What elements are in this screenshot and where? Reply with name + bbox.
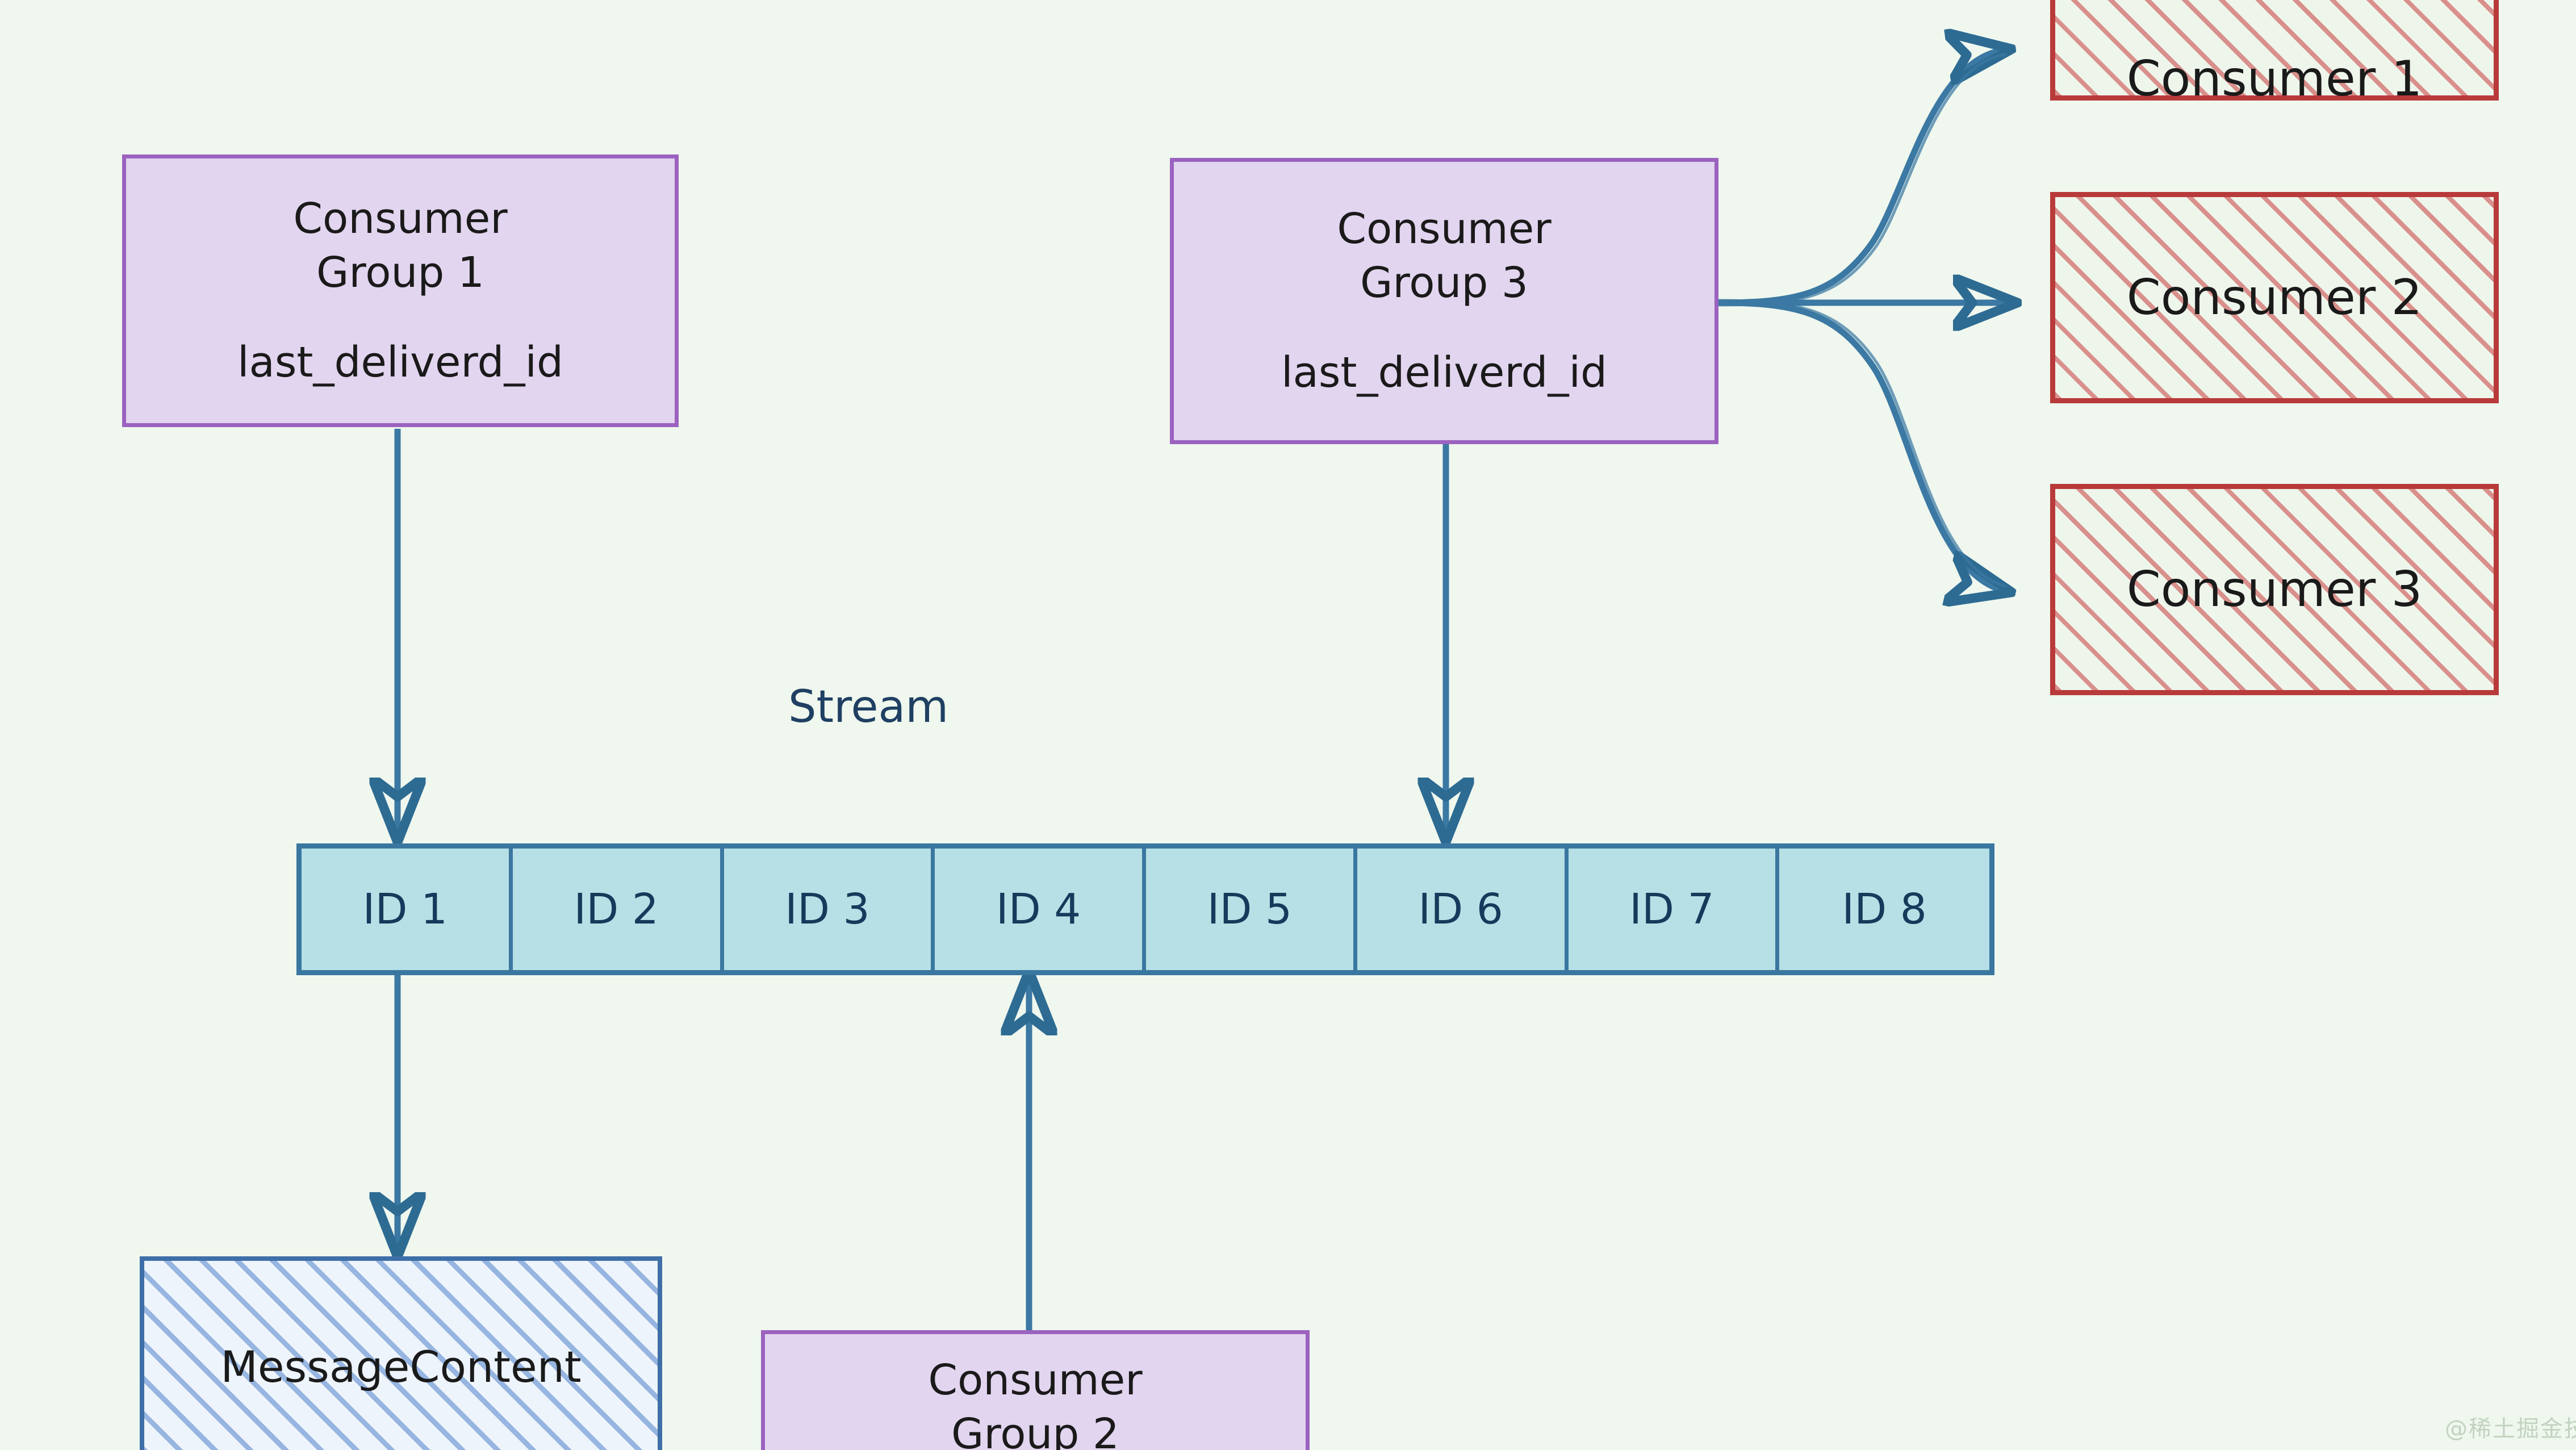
consumer-3-label: Consumer 3: [2126, 561, 2423, 618]
stream-cell-id7[interactable]: ID 7: [1568, 849, 1780, 970]
consumer-1-label: Consumer 1: [2126, 50, 2423, 107]
edge-group3-to-consumer1: [1715, 50, 2006, 307]
consumer-2-label: Consumer 2: [2126, 269, 2423, 326]
stream-label: Stream: [788, 682, 949, 733]
stream-cell-id5[interactable]: ID 5: [1146, 849, 1357, 970]
stream-cell-id2[interactable]: ID 2: [512, 849, 724, 970]
consumer-group-3-title: Consumer Group 3: [1337, 204, 1552, 307]
consumer-group-1-node[interactable]: Consumer Group 1 last_deliverd_id: [122, 154, 679, 427]
stream-cell-id3[interactable]: ID 3: [724, 849, 935, 970]
edge-group3-to-consumer3: [1715, 299, 2006, 591]
consumer-2-node[interactable]: Consumer 2: [2050, 192, 2499, 403]
stream-cell-id4[interactable]: ID 4: [935, 849, 1146, 970]
consumer-3-node[interactable]: Consumer 3: [2050, 484, 2499, 695]
message-content-node[interactable]: MessageContent: [140, 1256, 662, 1450]
stream-cell-id6[interactable]: ID 6: [1357, 849, 1569, 970]
message-content-label: MessageContent: [220, 1342, 582, 1392]
consumer-group-1-field: last_deliverd_id: [237, 338, 564, 387]
consumer-group-3-field: last_deliverd_id: [1281, 348, 1608, 398]
consumer-group-3-node[interactable]: Consumer Group 3 last_deliverd_id: [1170, 158, 1718, 444]
stream-strip: ID 1 ID 2 ID 3 ID 4 ID 5 ID 6 ID 7 ID 8: [296, 843, 1994, 975]
consumer-group-2-node[interactable]: Consumer Group 2: [761, 1330, 1310, 1450]
consumer-group-2-title: Consumer Group 2: [928, 1356, 1143, 1450]
consumer-1-node[interactable]: Consumer 1: [2050, 0, 2499, 107]
watermark-text: @稀土掘金技术社区: [2445, 1416, 2576, 1442]
stream-cell-id8[interactable]: ID 8: [1779, 849, 1989, 970]
stream-cell-id1[interactable]: ID 1: [302, 849, 513, 970]
diagram-canvas: Consumer Group 1 last_deliverd_id Consum…: [0, 0, 2576, 1450]
consumer-group-1-title: Consumer Group 1: [293, 194, 508, 297]
